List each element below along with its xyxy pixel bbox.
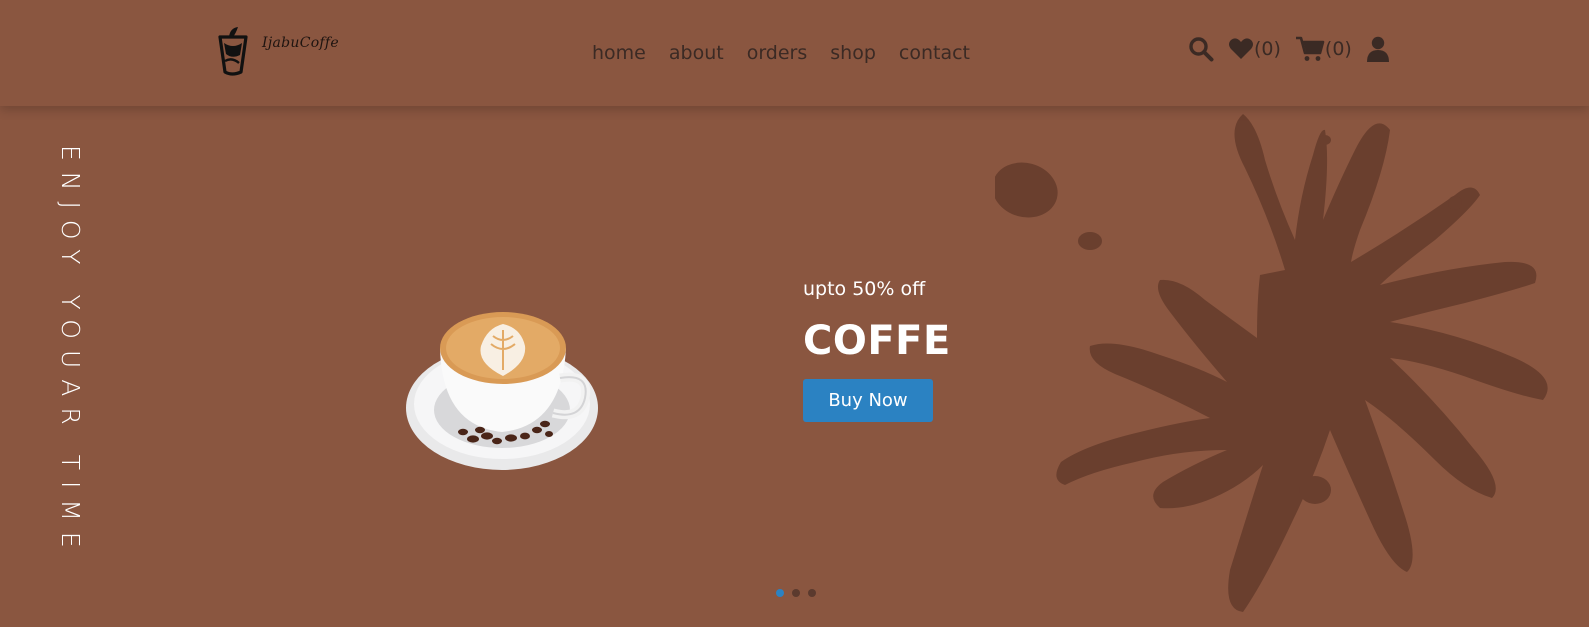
brand-name: IjabuCoffe: [262, 35, 339, 51]
nav-shop[interactable]: shop: [830, 40, 876, 66]
buy-now-button[interactable]: Buy Now: [803, 379, 933, 422]
coffee-cup-logo-icon: [218, 27, 248, 76]
hero-vertical-tagline: ENJOY YOUAR TIME: [56, 145, 85, 559]
hero-promo: upto 50% off COFFE Buy Now: [803, 277, 951, 422]
coffee-splash-graphic: [995, 114, 1548, 612]
site-header: IjabuCoffe home about orders shop contac…: [0, 0, 1589, 106]
slide-dot-2[interactable]: [792, 589, 800, 597]
coffee-cup-image: [406, 312, 598, 470]
wishlist-count: (0): [1254, 38, 1281, 60]
user-icon[interactable]: [1366, 36, 1390, 62]
nav-contact[interactable]: contact: [899, 40, 970, 66]
main-nav: home about orders shop contact: [592, 40, 993, 66]
cart-button[interactable]: (0): [1295, 36, 1352, 62]
cart-icon: [1295, 36, 1325, 61]
nav-about[interactable]: about: [669, 40, 724, 66]
wishlist-button[interactable]: (0): [1228, 37, 1281, 61]
hero-offer-text: upto 50% off: [803, 278, 926, 300]
slider-pagination: [776, 589, 824, 597]
nav-home[interactable]: home: [592, 40, 646, 66]
slide-dot-1[interactable]: [776, 589, 784, 597]
slide-dot-3[interactable]: [808, 589, 816, 597]
nav-orders[interactable]: orders: [747, 40, 808, 66]
heart-icon: [1229, 38, 1253, 59]
page: IjabuCoffe home about orders shop contac…: [0, 0, 1589, 627]
header-actions: (0) (0): [1188, 36, 1390, 62]
hero-title: COFFE: [803, 318, 951, 364]
cart-count: (0): [1324, 38, 1352, 60]
brand-logo[interactable]: IjabuCoffe: [214, 25, 339, 77]
search-icon[interactable]: [1188, 36, 1214, 62]
